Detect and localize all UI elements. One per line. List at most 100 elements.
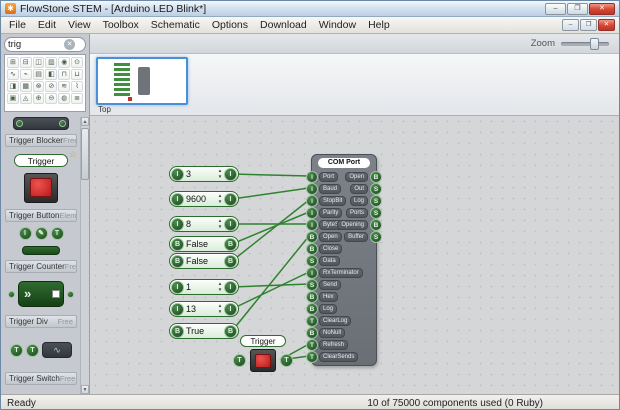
- palette-component-icon[interactable]: ≋: [58, 81, 71, 92]
- module-output-pin[interactable]: Open B: [312, 171, 382, 183]
- int-value-box[interactable]: I 9600 ▲ ▼ I: [169, 191, 239, 207]
- int-value-box[interactable]: I 1 ▲ ▼ I: [169, 279, 239, 295]
- pin-connector[interactable]: T: [233, 354, 246, 367]
- favorite-star-icon[interactable]: ☆: [69, 149, 77, 160]
- bool-value-box[interactable]: B True B: [169, 323, 239, 339]
- module-input-pin[interactable]: S Send: [306, 279, 376, 291]
- module-output-pin[interactable]: Ports S: [312, 207, 382, 219]
- maximize-button[interactable]: ❐: [567, 2, 588, 15]
- module-input-pin[interactable]: T Refresh: [306, 339, 376, 351]
- pin-connector[interactable]: T: [280, 354, 293, 367]
- pin-connector[interactable]: S: [370, 207, 382, 219]
- value-text[interactable]: 3: [184, 169, 216, 179]
- module-output-pin[interactable]: Buffer S: [312, 231, 382, 243]
- pin-connector[interactable]: S: [370, 231, 382, 243]
- bool-value-box[interactable]: B False B: [169, 236, 239, 252]
- toolbox-search-box[interactable]: ✕: [4, 37, 86, 52]
- step-down-icon[interactable]: ▼: [216, 199, 224, 205]
- palette-component-icon[interactable]: ∿: [7, 69, 19, 80]
- trigger-blocker-preview[interactable]: [5, 115, 77, 131]
- palette-component-icon[interactable]: ▦: [19, 81, 32, 92]
- pin-connector[interactable]: B: [306, 291, 318, 303]
- trigger-div-preview[interactable]: »: [5, 276, 77, 312]
- int-value-box[interactable]: I 13 ▲ ▼ I: [169, 301, 239, 317]
- section-header-trigger-button[interactable]: Trigger Button Element: [5, 209, 77, 222]
- palette-component-icon[interactable]: ⊗: [32, 81, 45, 92]
- close-button[interactable]: ✕: [589, 2, 615, 15]
- module-input-pin[interactable]: B Close: [306, 243, 376, 255]
- menu-item[interactable]: View: [62, 18, 97, 32]
- value-text[interactable]: True: [184, 326, 224, 336]
- search-input[interactable]: [8, 38, 64, 51]
- pin-connector[interactable]: I: [171, 217, 184, 231]
- value-text[interactable]: False: [184, 256, 224, 266]
- step-down-icon[interactable]: ▼: [216, 309, 224, 315]
- stepper[interactable]: ▲ ▼: [216, 193, 224, 205]
- mdi-close-button[interactable]: ✕: [598, 19, 615, 31]
- stepper[interactable]: ▲ ▼: [216, 218, 224, 230]
- palette-component-icon[interactable]: ⊕: [32, 93, 45, 104]
- pin-connector[interactable]: B: [171, 237, 184, 251]
- stepper[interactable]: ▲ ▼: [216, 303, 224, 315]
- bool-value-box[interactable]: B False B: [169, 253, 239, 269]
- palette-component-icon[interactable]: ⊙: [71, 57, 83, 68]
- palette-component-icon[interactable]: ⌁: [19, 69, 32, 80]
- module-input-pin[interactable]: B NoNull: [306, 327, 376, 339]
- section-header-trigger-counter[interactable]: Trigger Counter Free: [5, 260, 77, 273]
- palette-component-icon[interactable]: ◉: [58, 57, 71, 68]
- palette-component-icon[interactable]: ◍: [58, 93, 71, 104]
- menu-item[interactable]: File: [3, 18, 32, 32]
- schematic-canvas[interactable]: I 3 ▲ ▼ I I 9600 ▲ ▼ I I 8 ▲ ▼ I B False…: [90, 116, 619, 394]
- trigger-counter-preview[interactable]: I ✎ T: [5, 225, 77, 257]
- palette-component-icon[interactable]: ▥: [45, 57, 58, 68]
- pin-connector[interactable]: S: [370, 195, 382, 207]
- pin-connector[interactable]: S: [306, 279, 318, 291]
- pin-connector[interactable]: B: [224, 254, 237, 268]
- value-text[interactable]: 1: [184, 282, 216, 292]
- trigger-red-button[interactable]: [30, 178, 52, 197]
- section-header-trigger-div[interactable]: Trigger Div Free: [5, 315, 77, 328]
- menu-item[interactable]: Edit: [32, 18, 62, 32]
- mdi-restore-button[interactable]: ❐: [580, 19, 597, 31]
- palette-component-icon[interactable]: ◬: [19, 93, 32, 104]
- pin-connector[interactable]: I: [171, 280, 184, 294]
- com-port-module[interactable]: COM Port Open B Out S Log S Ports S Open…: [306, 154, 382, 366]
- menu-item[interactable]: Schematic: [145, 18, 206, 32]
- schematic-thumbnail[interactable]: [96, 57, 188, 105]
- sidebar-scrollbar[interactable]: ▲ ▼: [80, 117, 89, 394]
- pin-connector[interactable]: I: [224, 217, 237, 231]
- module-input-pin[interactable]: S Data: [306, 255, 376, 267]
- pin-connector[interactable]: B: [306, 327, 318, 339]
- palette-component-icon[interactable]: ⌇: [71, 81, 83, 92]
- pin-connector[interactable]: S: [370, 183, 382, 195]
- pin-connector[interactable]: T: [306, 315, 318, 327]
- pin-connector[interactable]: T: [306, 339, 318, 351]
- pin-connector[interactable]: B: [370, 219, 382, 231]
- pin-connector[interactable]: I: [171, 167, 184, 181]
- pin-connector[interactable]: B: [224, 324, 237, 338]
- trigger-switch-preview[interactable]: TT ∿: [5, 331, 77, 369]
- palette-component-icon[interactable]: ⊔: [71, 69, 83, 80]
- pin-connector[interactable]: B: [370, 171, 382, 183]
- stepper[interactable]: ▲ ▼: [216, 168, 224, 180]
- pin-connector[interactable]: B: [306, 303, 318, 315]
- menu-item[interactable]: Help: [362, 18, 396, 32]
- zoom-slider[interactable]: [561, 37, 609, 50]
- palette-component-icon[interactable]: ◧: [45, 69, 58, 80]
- minimize-button[interactable]: –: [545, 2, 566, 15]
- trigger-component[interactable]: Trigger T T: [233, 335, 293, 372]
- thumbnail-label[interactable]: Top: [98, 105, 619, 114]
- module-output-pin[interactable]: Out S: [312, 183, 382, 195]
- stepper[interactable]: ▲ ▼: [216, 281, 224, 293]
- pin-connector[interactable]: I: [224, 167, 237, 181]
- pin-connector[interactable]: I: [224, 280, 237, 294]
- menu-item[interactable]: Toolbox: [97, 18, 145, 32]
- module-input-pin[interactable]: B Log: [306, 303, 376, 315]
- zoom-slider-thumb[interactable]: [589, 37, 599, 50]
- palette-component-icon[interactable]: ⊘: [45, 81, 58, 92]
- module-output-pin[interactable]: Log S: [312, 195, 382, 207]
- palette-component-icon[interactable]: ⊓: [58, 69, 71, 80]
- pin-connector[interactable]: I: [224, 192, 237, 206]
- value-text[interactable]: 9600: [184, 194, 216, 204]
- module-input-pin[interactable]: T ClearSends: [306, 351, 376, 363]
